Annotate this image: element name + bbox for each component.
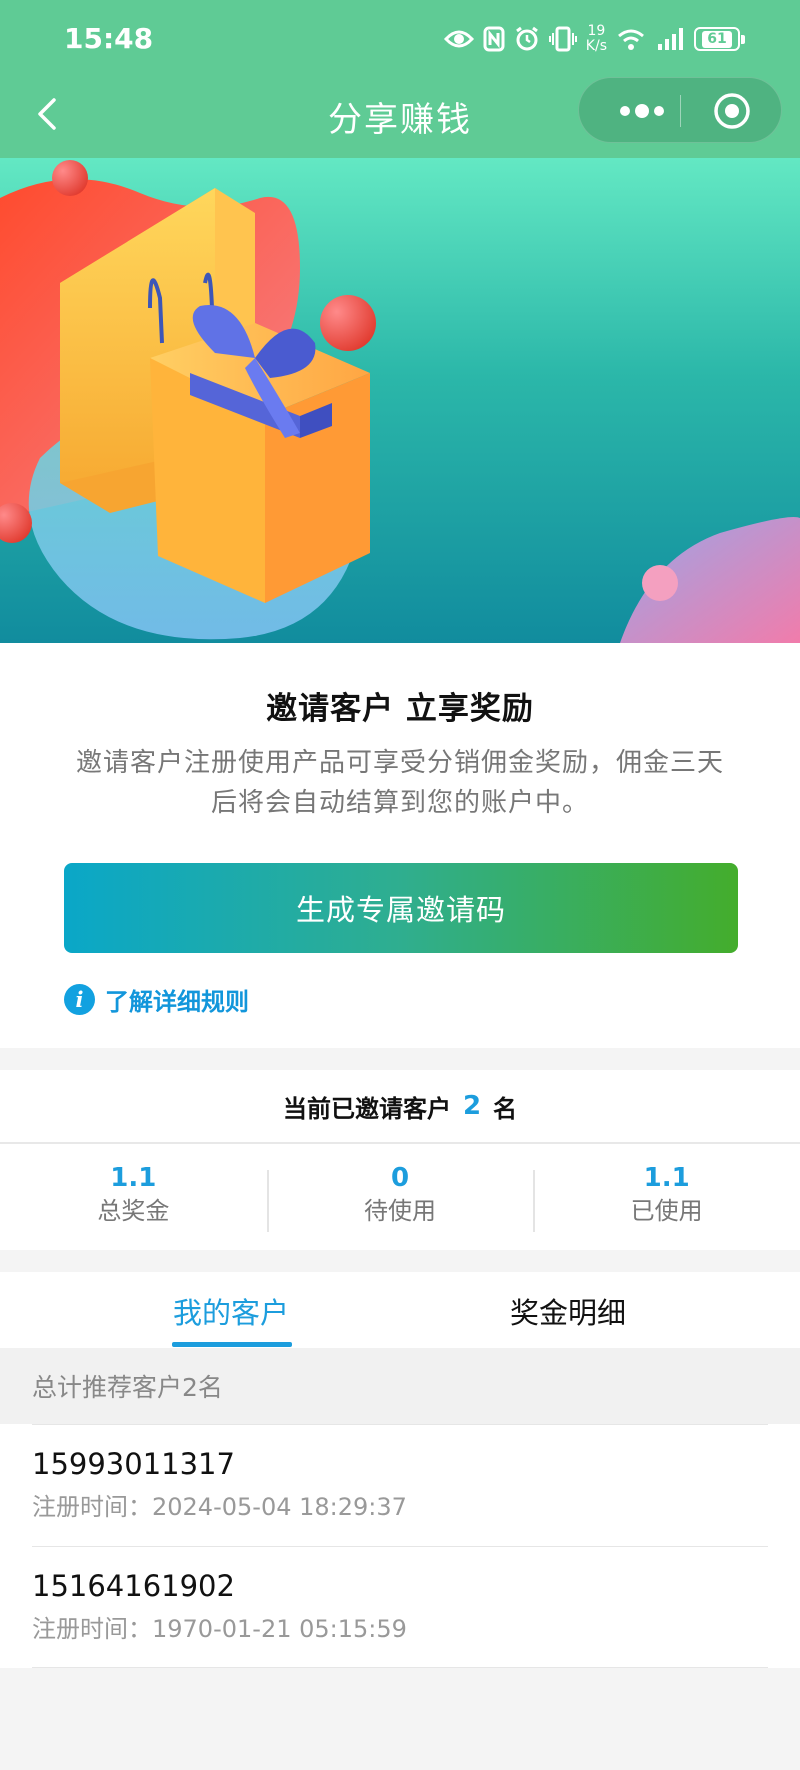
nfc-icon bbox=[483, 26, 505, 52]
stat-label: 待使用 bbox=[364, 1197, 436, 1225]
stat-value: 0 bbox=[390, 1163, 410, 1193]
stat-label: 已使用 bbox=[630, 1197, 703, 1225]
gift-illustration bbox=[0, 160, 800, 643]
tab-bar: 我的客户 奖金明细 bbox=[0, 1272, 800, 1348]
net-speed-value: 19 bbox=[587, 23, 606, 39]
active-tab-indicator bbox=[172, 1342, 292, 1347]
stat-columns: 1.1 总奖金 0 待使用 1.1 已使用 bbox=[0, 1146, 800, 1250]
stat-total-bonus: 1.1 总奖金 bbox=[0, 1146, 267, 1250]
status-bar: 15:48 19 K/s 61 bbox=[0, 0, 800, 74]
customer-registered: 注册时间：2024-05-04 18:29:37 bbox=[32, 1489, 768, 1525]
stat-used: 1.1 已使用 bbox=[533, 1146, 800, 1250]
more-dots-icon[interactable] bbox=[607, 78, 677, 144]
mini-program-capsule bbox=[578, 77, 782, 143]
eye-icon bbox=[443, 30, 474, 48]
battery-level: 61 bbox=[702, 30, 732, 48]
rules-link-label: 了解详细规则 bbox=[105, 987, 249, 1016]
generate-invite-code-button[interactable]: 生成专属邀请码 bbox=[64, 863, 738, 953]
app-header: 15:48 19 K/s 61 分享赚钱 bbox=[0, 0, 800, 158]
status-time: 15:48 bbox=[64, 22, 154, 55]
status-icons: 19 K/s 61 bbox=[443, 22, 745, 56]
stat-value: 1.1 bbox=[110, 1163, 157, 1193]
net-speed: 19 K/s bbox=[586, 24, 607, 54]
customer-registered: 注册时间：1970-01-21 05:15:59 bbox=[32, 1611, 768, 1647]
customer-summary: 总计推荐客户2名 bbox=[0, 1348, 800, 1424]
invite-title: 邀请客户 立享奖励 bbox=[266, 691, 534, 727]
info-icon: i bbox=[64, 983, 95, 1015]
stat-value: 1.1 bbox=[643, 1163, 690, 1193]
target-icon[interactable] bbox=[713, 92, 751, 130]
list-item[interactable]: 15164161902 注册时间：1970-01-21 05:15:59 bbox=[32, 1546, 768, 1668]
stats-card: 当前已邀请客户 2 名 1.1 总奖金 0 待使用 1.1 已使用 bbox=[0, 1070, 800, 1250]
battery-icon: 61 bbox=[694, 27, 745, 51]
signal-icon bbox=[658, 28, 683, 50]
alarm-icon bbox=[515, 26, 538, 51]
customer-phone: 15164161902 bbox=[32, 1569, 235, 1603]
invite-card: 邀请客户 立享奖励 邀请客户注册使用产品可享受分销佣金奖励，佣金三天后将会自动结… bbox=[0, 643, 800, 1048]
customer-phone: 15993011317 bbox=[32, 1447, 235, 1481]
capsule-divider bbox=[680, 95, 681, 127]
stat-label: 总奖金 bbox=[97, 1197, 170, 1225]
stat-pending: 0 待使用 bbox=[266, 1146, 534, 1250]
promo-banner bbox=[0, 158, 800, 643]
rules-link[interactable]: i 了解详细规则 bbox=[64, 983, 249, 1016]
invited-summary: 当前已邀请客户 2 名 bbox=[0, 1070, 800, 1144]
customer-list: 15993011317 注册时间：2024-05-04 18:29:37 151… bbox=[0, 1424, 800, 1668]
list-item[interactable]: 15993011317 注册时间：2024-05-04 18:29:37 bbox=[32, 1424, 768, 1546]
registered-label: 注册时间： bbox=[32, 1493, 152, 1521]
net-speed-unit: K/s bbox=[585, 38, 607, 54]
tab-bonus-details[interactable]: 奖金明细 bbox=[468, 1272, 668, 1348]
invite-description: 邀请客户注册使用产品可享受分销佣金奖励，佣金三天后将会自动结算到您的账户中。 bbox=[75, 748, 724, 818]
invited-prefix: 当前已邀请客户 bbox=[282, 1094, 451, 1123]
nav-bar: 分享赚钱 bbox=[0, 74, 800, 158]
tab-my-customers[interactable]: 我的客户 bbox=[131, 1272, 331, 1348]
registered-time: 2024-05-04 18:29:37 bbox=[152, 1493, 407, 1521]
invited-count: 2 bbox=[462, 1091, 482, 1121]
wifi-icon bbox=[618, 29, 644, 50]
invited-suffix: 名 bbox=[493, 1094, 518, 1123]
registered-label: 注册时间： bbox=[32, 1615, 152, 1643]
registered-time: 1970-01-21 05:15:59 bbox=[152, 1615, 407, 1643]
vibrate-icon bbox=[548, 26, 577, 52]
